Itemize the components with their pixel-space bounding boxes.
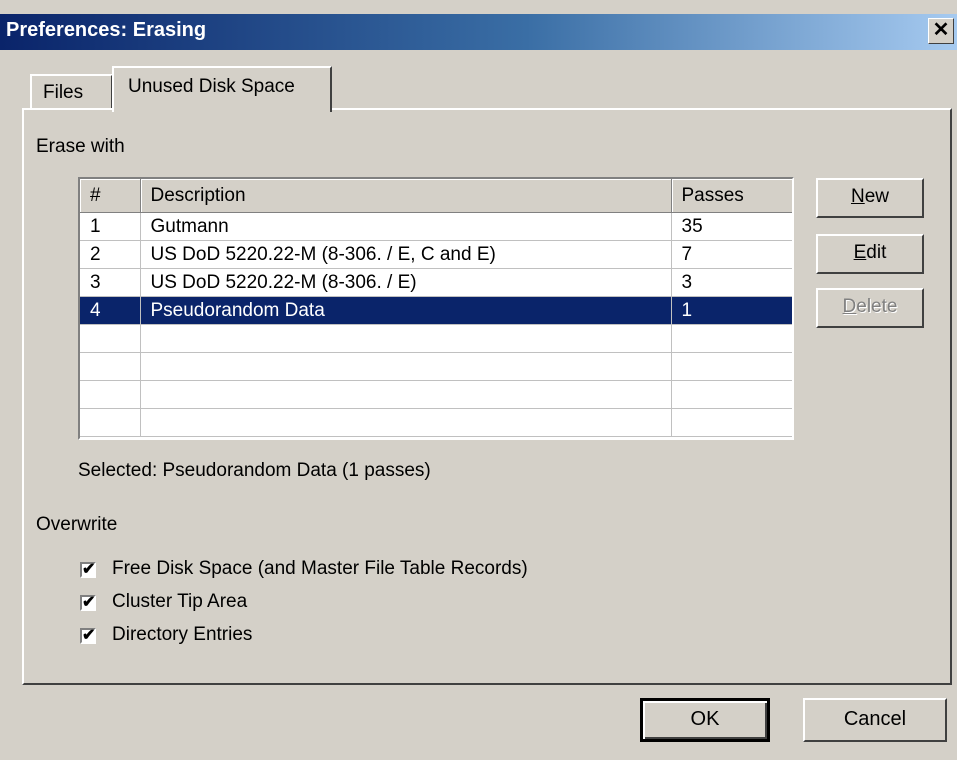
column-header-number[interactable]: #: [80, 179, 141, 213]
row-passes: 1: [671, 296, 792, 325]
directory-entries-checkbox[interactable]: ✔: [80, 628, 96, 644]
list-row-empty: [80, 352, 792, 381]
tab-panel-unused-disk-space: Erase with # Description Passes 1 Gutman…: [22, 108, 952, 685]
overwrite-heading: Overwrite: [36, 514, 118, 535]
list-header: # Description Passes: [80, 179, 792, 213]
list-row-pseudorandom[interactable]: 4 Pseudorandom Data 1: [80, 296, 792, 325]
list-row-dod-3pass[interactable]: 3 US DoD 5220.22-M (8-306. / E) 3: [80, 268, 792, 297]
column-header-description[interactable]: Description: [140, 179, 672, 213]
preferences-window: Preferences: Erasing ✕ Files Unused Disk…: [0, 0, 957, 760]
delete-button[interactable]: Delete: [816, 288, 924, 328]
cancel-button[interactable]: Cancel: [803, 698, 947, 742]
selected-method-label: Selected: Pseudorandom Data (1 passes): [78, 460, 431, 481]
list-row-empty: [80, 324, 792, 353]
edit-button[interactable]: Edit: [816, 234, 924, 274]
new-button-label: ew: [864, 186, 890, 207]
row-passes: 7: [671, 240, 792, 269]
row-description: US DoD 5220.22-M (8-306. / E): [140, 268, 672, 297]
ok-button[interactable]: OK: [640, 698, 770, 742]
list-row-empty: [80, 408, 792, 437]
row-number: 3: [80, 268, 141, 297]
delete-button-label: elete: [856, 296, 898, 317]
close-icon[interactable]: ✕: [928, 18, 954, 44]
row-passes: 3: [671, 268, 792, 297]
tab-files[interactable]: Files: [30, 74, 113, 110]
title-bar[interactable]: Preferences: Erasing ✕: [0, 14, 957, 50]
new-button-mnemonic: N: [850, 186, 865, 207]
column-header-passes[interactable]: Passes: [671, 179, 792, 213]
cluster-tip-checkbox[interactable]: ✔: [80, 595, 96, 611]
new-button[interactable]: New: [816, 178, 924, 218]
window-title: Preferences: Erasing: [6, 19, 207, 41]
edit-button-mnemonic: E: [853, 242, 867, 263]
erase-with-heading: Erase with: [36, 136, 125, 157]
row-description: Pseudorandom Data: [140, 296, 672, 325]
row-number: 1: [80, 212, 141, 241]
free-disk-space-checkbox[interactable]: ✔: [80, 562, 96, 578]
row-passes: 35: [671, 212, 792, 241]
list-row-empty: [80, 380, 792, 409]
row-description: Gutmann: [140, 212, 672, 241]
row-description: US DoD 5220.22-M (8-306. / E, C and E): [140, 240, 672, 269]
cluster-tip-label[interactable]: Cluster Tip Area: [112, 591, 247, 613]
tab-unused-disk-space[interactable]: Unused Disk Space: [112, 66, 332, 112]
row-number: 2: [80, 240, 141, 269]
list-row-gutmann[interactable]: 1 Gutmann 35: [80, 212, 792, 241]
directory-entries-label[interactable]: Directory Entries: [112, 624, 252, 646]
erase-methods-list[interactable]: # Description Passes 1 Gutmann 35 2 US D…: [78, 177, 794, 440]
edit-button-label: dit: [866, 242, 887, 263]
free-disk-space-label[interactable]: Free Disk Space (and Master File Table R…: [112, 558, 528, 580]
list-row-dod-7pass[interactable]: 2 US DoD 5220.22-M (8-306. / E, C and E)…: [80, 240, 792, 269]
delete-button-mnemonic: D: [842, 296, 857, 317]
row-number: 4: [80, 296, 141, 325]
